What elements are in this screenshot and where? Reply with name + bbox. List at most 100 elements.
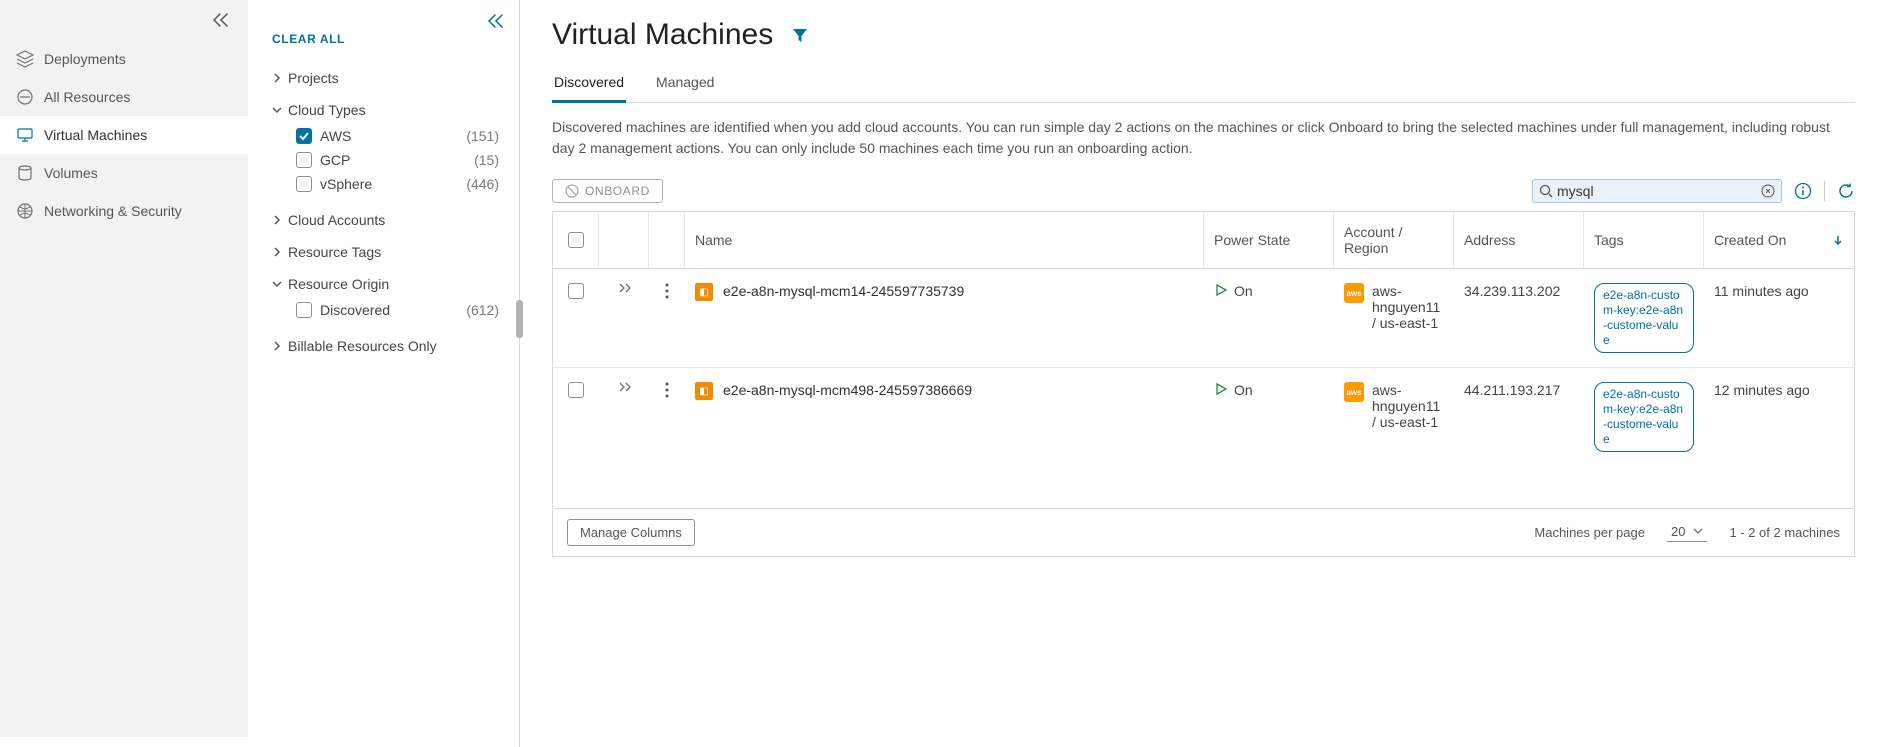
sidebar-label: Volumes [44, 165, 98, 181]
page-size-select[interactable]: 20 [1667, 524, 1707, 542]
tab-managed[interactable]: Managed [654, 66, 716, 102]
sidebar-item-networking[interactable]: Networking & Security [0, 192, 248, 230]
networking-icon [16, 202, 34, 220]
filter-label: Projects [288, 70, 339, 86]
vm-table: Name Power State Account / Region Addres… [552, 211, 1855, 509]
sidebar-item-virtual-machines[interactable]: Virtual Machines [0, 116, 248, 154]
resources-icon [16, 88, 34, 106]
chevron-down-icon [1693, 527, 1703, 535]
chevron-right-icon [272, 247, 282, 257]
deployments-icon [16, 50, 34, 68]
checkbox-gcp[interactable] [296, 152, 312, 168]
filter-collapse-icon[interactable] [487, 14, 505, 28]
page-size-value: 20 [1671, 524, 1685, 539]
search-input[interactable] [1553, 183, 1761, 199]
onboard-button[interactable]: ONBOARD [552, 179, 663, 203]
filter-option-discovered[interactable]: Discovered (612) [296, 298, 499, 322]
row-actions-menu[interactable] [665, 283, 669, 299]
tab-discovered[interactable]: Discovered [552, 66, 626, 103]
ip-address: 34.239.113.202 [1454, 269, 1584, 367]
row-actions-menu[interactable] [665, 382, 669, 398]
page-description: Discovered machines are identified when … [552, 117, 1855, 159]
vm-instance-icon: ◧ [695, 283, 713, 301]
expand-row-icon[interactable] [617, 283, 631, 293]
filter-section-resource-origin[interactable]: Resource Origin [272, 276, 499, 292]
filter-label: Resource Origin [288, 276, 389, 292]
clear-search-icon[interactable] [1761, 184, 1775, 198]
filter-count: (612) [466, 302, 499, 318]
checkbox-vsphere[interactable] [296, 176, 312, 192]
table-header: Name Power State Account / Region Addres… [553, 212, 1854, 269]
filter-count: (151) [466, 128, 499, 144]
expand-row-icon[interactable] [617, 382, 631, 392]
power-on-icon [1214, 382, 1228, 396]
vm-name[interactable]: e2e-a8n-mysql-mcm14-245597735739 [723, 283, 964, 299]
volumes-icon [16, 164, 34, 182]
filter-option-vsphere[interactable]: vSphere (446) [296, 172, 499, 196]
vm-name[interactable]: e2e-a8n-mysql-mcm498-245597386669 [723, 382, 972, 398]
table-row: ◧ e2e-a8n-mysql-mcm14-245597735739 On aw… [553, 269, 1854, 367]
chevron-down-icon [272, 105, 282, 115]
search-box[interactable] [1532, 179, 1782, 203]
chevron-right-icon [272, 341, 282, 351]
filter-label: Resource Tags [288, 244, 381, 260]
filter-panel: CLEAR ALL Projects Cloud Types AWS (151) [248, 0, 520, 747]
filter-section-cloud-types[interactable]: Cloud Types [272, 102, 499, 118]
row-checkbox[interactable] [568, 382, 584, 398]
filter-section-billable[interactable]: Billable Resources Only [272, 338, 499, 354]
sidebar-label: Deployments [44, 51, 126, 67]
sidebar-item-deployments[interactable]: Deployments [0, 40, 248, 78]
sidebar-collapse-icon[interactable] [212, 13, 230, 27]
filter-option-gcp[interactable]: GCP (15) [296, 148, 499, 172]
search-icon [1539, 184, 1553, 198]
sidebar-item-all-resources[interactable]: All Resources [0, 78, 248, 116]
table-row: ◧ e2e-a8n-mysql-mcm498-245597386669 On a… [553, 367, 1854, 466]
sidebar: Deployments All Resources Virtual Machin… [0, 0, 248, 747]
checkbox-aws[interactable] [296, 128, 312, 144]
onboard-label: ONBOARD [585, 184, 650, 198]
filter-count: (446) [466, 176, 499, 192]
clear-all-button[interactable]: CLEAR ALL [248, 14, 519, 62]
filter-icon[interactable] [791, 26, 809, 44]
table-footer: Manage Columns Machines per page 20 1 - … [552, 509, 1855, 557]
col-tags[interactable]: Tags [1584, 212, 1704, 268]
page-title: Virtual Machines [552, 18, 773, 52]
filter-section-cloud-accounts[interactable]: Cloud Accounts [272, 212, 499, 228]
checkbox-discovered[interactable] [296, 302, 312, 318]
col-power[interactable]: Power State [1204, 212, 1334, 268]
row-checkbox[interactable] [568, 283, 584, 299]
sidebar-item-volumes[interactable]: Volumes [0, 154, 248, 192]
aws-icon: aws [1344, 283, 1364, 303]
filter-option-label: AWS [320, 128, 351, 144]
col-created-label: Created On [1714, 232, 1786, 248]
tabs: Discovered Managed [552, 66, 1855, 103]
select-all-checkbox[interactable] [568, 232, 584, 248]
col-address[interactable]: Address [1454, 212, 1584, 268]
manage-columns-button[interactable]: Manage Columns [567, 519, 695, 546]
sidebar-label: Networking & Security [44, 203, 182, 219]
vm-icon [16, 126, 34, 144]
filter-section-projects[interactable]: Projects [272, 70, 499, 86]
tag-pill[interactable]: e2e-a8n-custom-key:e2e-a8n-custome-value [1594, 283, 1694, 353]
sort-desc-icon [1832, 234, 1844, 246]
scrollbar-thumb[interactable] [516, 300, 523, 338]
per-page-label: Machines per page [1534, 525, 1645, 540]
refresh-icon[interactable] [1837, 182, 1855, 200]
created-on: 12 minutes ago [1704, 368, 1854, 466]
filter-section-resource-tags[interactable]: Resource Tags [272, 244, 499, 260]
account-region: aws-hnguyen11 / us-east-1 [1372, 283, 1444, 331]
chevron-right-icon [272, 73, 282, 83]
created-on: 11 minutes ago [1704, 269, 1854, 367]
filter-option-label: Discovered [320, 302, 390, 318]
vm-instance-icon: ◧ [695, 382, 713, 400]
filter-option-label: GCP [320, 152, 350, 168]
col-name[interactable]: Name [685, 212, 1204, 268]
info-icon[interactable] [1794, 182, 1812, 200]
col-created[interactable]: Created On [1704, 212, 1854, 268]
divider [1824, 181, 1825, 201]
filter-option-aws[interactable]: AWS (151) [296, 124, 499, 148]
filter-label: Billable Resources Only [288, 338, 437, 354]
col-account[interactable]: Account / Region [1334, 212, 1454, 268]
tag-pill[interactable]: e2e-a8n-custom-key:e2e-a8n-custome-value [1594, 382, 1694, 452]
account-region: aws-hnguyen11 / us-east-1 [1372, 382, 1444, 430]
